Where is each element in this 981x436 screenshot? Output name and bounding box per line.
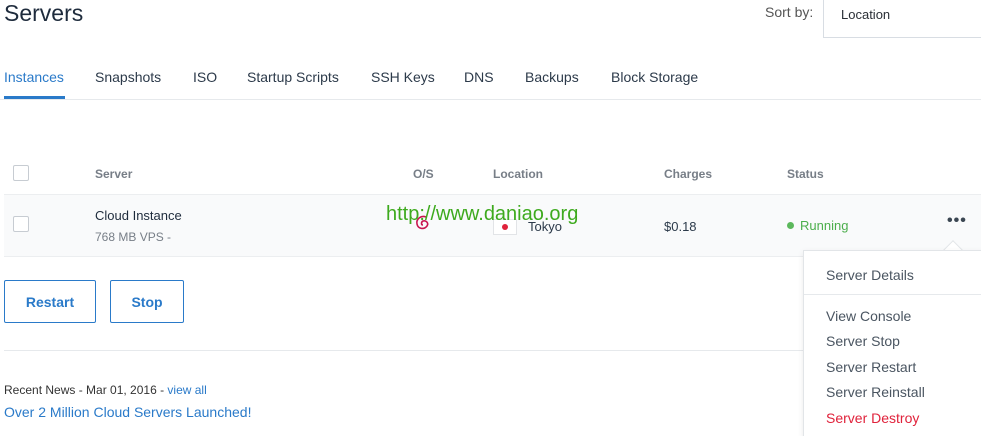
column-header-location[interactable]: Location [493, 167, 543, 181]
menu-item-server-restart[interactable]: Server Restart [826, 359, 916, 375]
server-charges: $0.18 [664, 219, 697, 234]
column-header-charges[interactable]: Charges [664, 167, 712, 181]
menu-divider [804, 294, 981, 295]
sort-by-select[interactable]: Location [823, 0, 981, 38]
view-all-link[interactable]: view all [167, 383, 206, 397]
stop-button[interactable]: Stop [110, 280, 184, 323]
recent-news-prefix: Recent News - Mar 01, 2016 - [4, 383, 165, 397]
more-actions-icon[interactable]: ••• [947, 212, 967, 230]
tab-iso[interactable]: ISO [193, 69, 217, 85]
tab-startup-scripts[interactable]: Startup Scripts [247, 69, 339, 85]
select-all-checkbox[interactable] [13, 165, 29, 181]
server-name[interactable]: Cloud Instance [95, 208, 182, 223]
tab-snapshots[interactable]: Snapshots [95, 69, 161, 85]
column-header-status[interactable]: Status [787, 167, 824, 181]
active-tab-indicator [4, 96, 65, 99]
row-checkbox[interactable] [13, 216, 29, 232]
tab-instances[interactable]: Instances [4, 69, 64, 85]
section-divider [4, 350, 804, 351]
column-header-server[interactable]: Server [95, 167, 132, 181]
sort-by-label: Sort by: [765, 4, 814, 20]
server-plan: 768 MB VPS - [95, 230, 172, 244]
news-headline-link[interactable]: Over 2 Million Cloud Servers Launched! [4, 404, 251, 420]
column-header-os[interactable]: O/S [413, 167, 434, 181]
menu-item-server-destroy[interactable]: Server Destroy [826, 410, 919, 426]
menu-item-server-stop[interactable]: Server Stop [826, 333, 900, 349]
recent-news-line: Recent News - Mar 01, 2016 - view all [4, 383, 207, 397]
server-status: Running [800, 218, 849, 233]
tab-dns[interactable]: DNS [464, 69, 494, 85]
watermark-text: http://www.daniao.org [386, 203, 579, 225]
tab-backups[interactable]: Backups [525, 69, 579, 85]
tab-bar: Instances Snapshots ISO Startup Scripts … [0, 60, 981, 100]
restart-button[interactable]: Restart [4, 280, 96, 323]
menu-item-server-details[interactable]: Server Details [826, 267, 914, 283]
tab-block-storage[interactable]: Block Storage [611, 69, 698, 85]
page-title: Servers [4, 0, 84, 26]
status-running-dot-icon [787, 222, 794, 229]
menu-item-view-console[interactable]: View Console [826, 308, 911, 324]
tab-ssh-keys[interactable]: SSH Keys [371, 69, 435, 85]
server-actions-menu: Server Details View Console Server Stop … [803, 250, 981, 436]
menu-item-server-reinstall[interactable]: Server Reinstall [826, 384, 925, 400]
